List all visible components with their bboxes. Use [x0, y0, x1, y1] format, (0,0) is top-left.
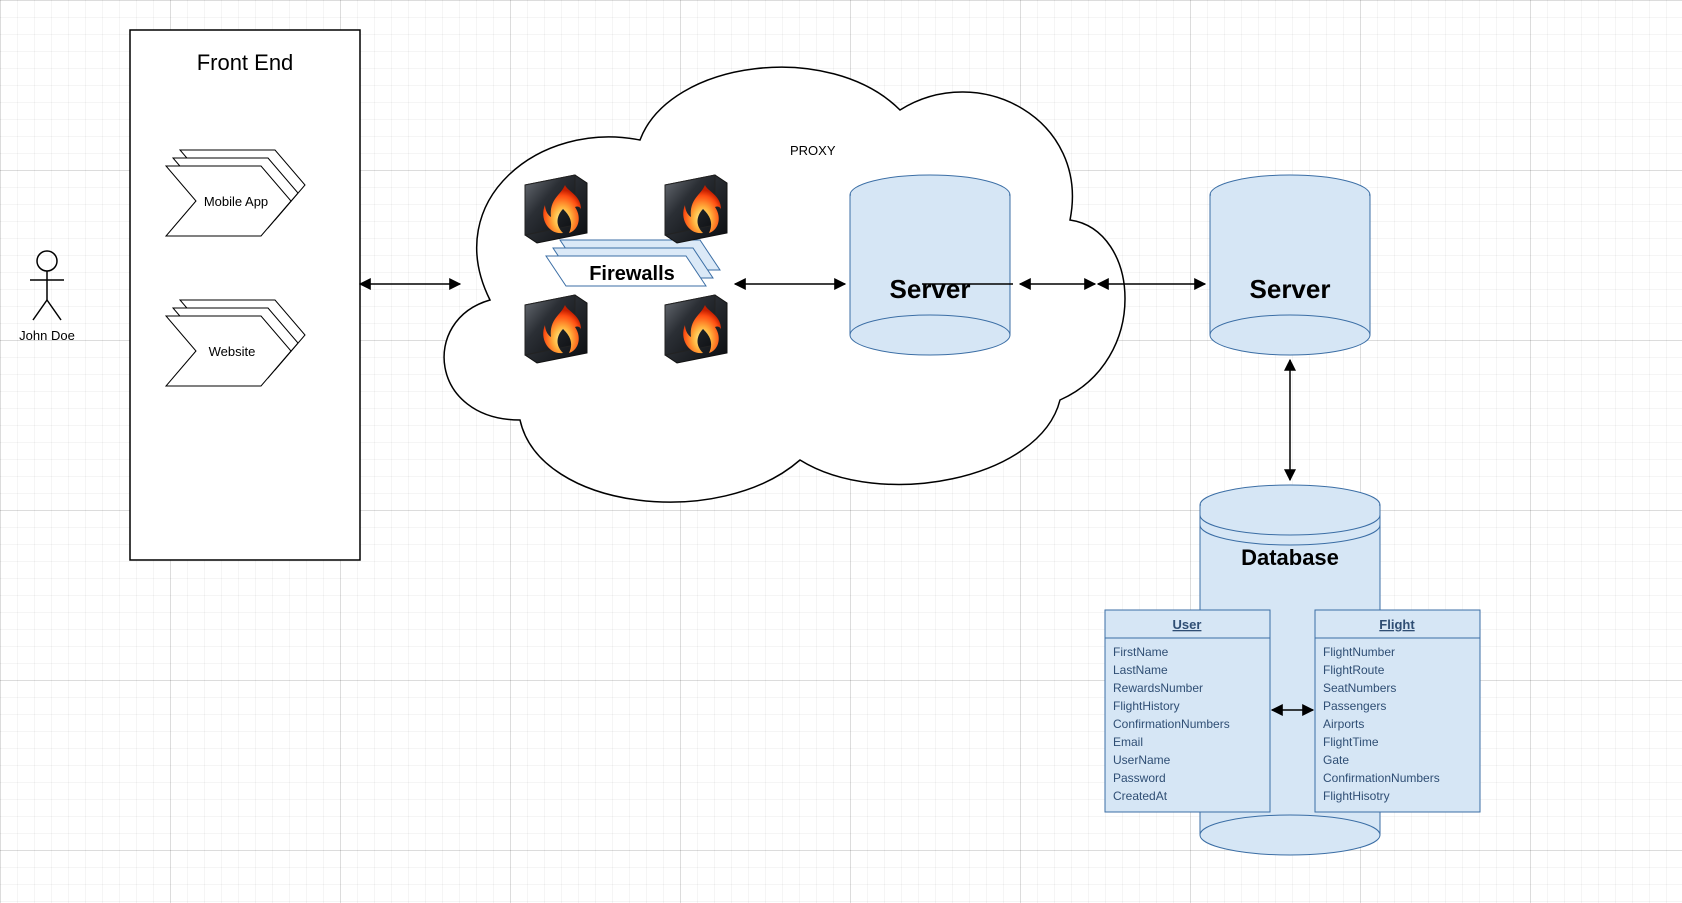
- table-field: UserName: [1113, 753, 1171, 767]
- table-field: FlightRoute: [1323, 663, 1385, 677]
- table-field: FlightNumber: [1323, 645, 1395, 659]
- table-field: Password: [1113, 771, 1166, 785]
- actor-label: John Doe: [19, 328, 75, 343]
- server-cloud: Server: [850, 175, 1010, 355]
- table-field: FlightTime: [1323, 735, 1379, 749]
- table-field: FlightHisotry: [1323, 789, 1390, 803]
- table-user-title: User: [1173, 617, 1202, 632]
- firewall-icon: [665, 175, 727, 243]
- table-flight-title: Flight: [1379, 617, 1415, 632]
- website-label: Website: [209, 344, 256, 359]
- table-field: FlightHistory: [1113, 699, 1180, 713]
- table-field: CreatedAt: [1113, 789, 1168, 803]
- server-cloud-label: Server: [890, 274, 971, 304]
- table-flight: Flight FlightNumber FlightRoute SeatNumber…: [1315, 610, 1480, 812]
- table-field: ConfirmationNumbers: [1113, 717, 1230, 731]
- table-field: Airports: [1323, 717, 1364, 731]
- mobile-app-label: Mobile App: [204, 194, 268, 209]
- table-user: User FirstName LastName RewardsNumber Fligh…: [1105, 610, 1270, 812]
- table-field: FirstName: [1113, 645, 1169, 659]
- table-field: Gate: [1323, 753, 1349, 767]
- table-field: LastName: [1113, 663, 1168, 677]
- table-field: ConfirmationNumbers: [1323, 771, 1440, 785]
- firewall-icon: [525, 295, 587, 363]
- server-external-label: Server: [1250, 274, 1331, 304]
- frontend-title: Front End: [197, 50, 294, 75]
- actor-john-doe: John Doe: [19, 251, 75, 343]
- table-field: RewardsNumber: [1113, 681, 1203, 695]
- firewall-icon: [665, 295, 727, 363]
- table-field: SeatNumbers: [1323, 681, 1396, 695]
- server-external: Server: [1210, 175, 1370, 355]
- table-field: Email: [1113, 735, 1143, 749]
- firewall-icon: [525, 175, 587, 243]
- table-field: Passengers: [1323, 699, 1386, 713]
- database-label: Database: [1241, 545, 1339, 570]
- proxy-label: PROXY: [790, 143, 836, 158]
- firewalls-label: Firewalls: [589, 263, 675, 285]
- frontend-box: Front End Mobile App Website: [130, 30, 360, 560]
